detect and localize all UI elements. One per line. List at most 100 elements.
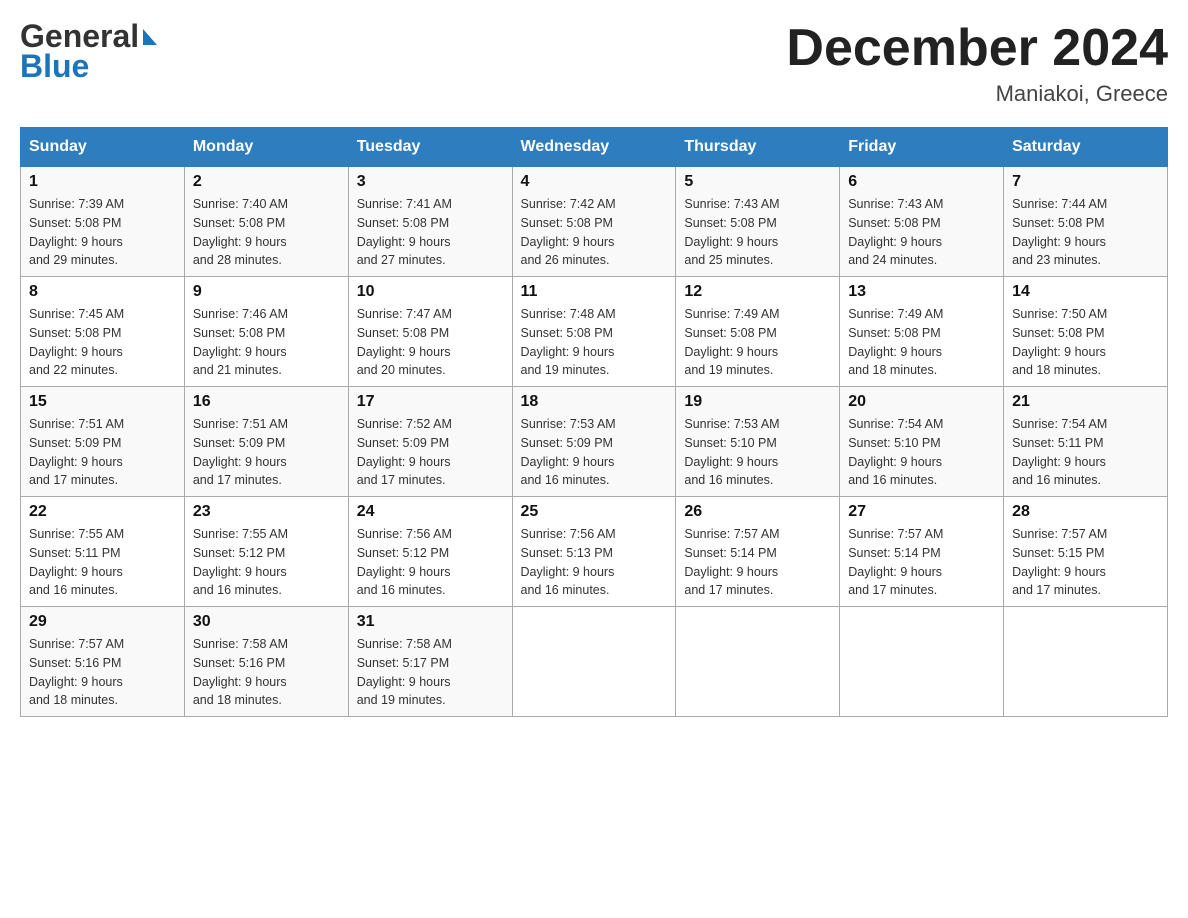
day-info: Sunrise: 7:52 AM Sunset: 5:09 PM Dayligh… (357, 415, 504, 490)
day-number: 14 (1012, 283, 1159, 301)
calendar-day-cell: 26 Sunrise: 7:57 AM Sunset: 5:14 PM Dayl… (676, 497, 840, 607)
day-number: 8 (29, 283, 176, 301)
calendar-day-cell: 7 Sunrise: 7:44 AM Sunset: 5:08 PM Dayli… (1004, 167, 1168, 277)
day-number: 26 (684, 503, 831, 521)
calendar-day-cell: 15 Sunrise: 7:51 AM Sunset: 5:09 PM Dayl… (21, 387, 185, 497)
day-info: Sunrise: 7:44 AM Sunset: 5:08 PM Dayligh… (1012, 195, 1159, 270)
col-saturday: Saturday (1004, 128, 1168, 167)
day-number: 17 (357, 393, 504, 411)
col-monday: Monday (184, 128, 348, 167)
calendar-day-cell: 11 Sunrise: 7:48 AM Sunset: 5:08 PM Dayl… (512, 277, 676, 387)
day-info: Sunrise: 7:51 AM Sunset: 5:09 PM Dayligh… (193, 415, 340, 490)
day-info: Sunrise: 7:57 AM Sunset: 5:14 PM Dayligh… (684, 525, 831, 600)
day-info: Sunrise: 7:45 AM Sunset: 5:08 PM Dayligh… (29, 305, 176, 380)
day-number: 20 (848, 393, 995, 411)
day-number: 12 (684, 283, 831, 301)
calendar-week-row: 29 Sunrise: 7:57 AM Sunset: 5:16 PM Dayl… (21, 607, 1168, 717)
day-number: 11 (521, 283, 668, 301)
calendar-day-cell (1004, 607, 1168, 717)
day-info: Sunrise: 7:46 AM Sunset: 5:08 PM Dayligh… (193, 305, 340, 380)
calendar-week-row: 15 Sunrise: 7:51 AM Sunset: 5:09 PM Dayl… (21, 387, 1168, 497)
day-info: Sunrise: 7:58 AM Sunset: 5:16 PM Dayligh… (193, 635, 340, 710)
day-number: 15 (29, 393, 176, 411)
calendar-table: Sunday Monday Tuesday Wednesday Thursday… (20, 127, 1168, 717)
day-number: 3 (357, 173, 504, 191)
day-number: 21 (1012, 393, 1159, 411)
calendar-day-cell: 14 Sunrise: 7:50 AM Sunset: 5:08 PM Dayl… (1004, 277, 1168, 387)
calendar-day-cell: 9 Sunrise: 7:46 AM Sunset: 5:08 PM Dayli… (184, 277, 348, 387)
calendar-week-row: 22 Sunrise: 7:55 AM Sunset: 5:11 PM Dayl… (21, 497, 1168, 607)
day-number: 1 (29, 173, 176, 191)
day-number: 13 (848, 283, 995, 301)
day-number: 24 (357, 503, 504, 521)
day-info: Sunrise: 7:55 AM Sunset: 5:11 PM Dayligh… (29, 525, 176, 600)
day-number: 28 (1012, 503, 1159, 521)
day-info: Sunrise: 7:47 AM Sunset: 5:08 PM Dayligh… (357, 305, 504, 380)
title-area: December 2024 Maniakoi, Greece (786, 20, 1168, 107)
calendar-day-cell: 16 Sunrise: 7:51 AM Sunset: 5:09 PM Dayl… (184, 387, 348, 497)
day-info: Sunrise: 7:56 AM Sunset: 5:12 PM Dayligh… (357, 525, 504, 600)
calendar-day-cell: 30 Sunrise: 7:58 AM Sunset: 5:16 PM Dayl… (184, 607, 348, 717)
day-info: Sunrise: 7:43 AM Sunset: 5:08 PM Dayligh… (848, 195, 995, 270)
day-number: 5 (684, 173, 831, 191)
calendar-day-cell: 13 Sunrise: 7:49 AM Sunset: 5:08 PM Dayl… (840, 277, 1004, 387)
calendar-day-cell: 29 Sunrise: 7:57 AM Sunset: 5:16 PM Dayl… (21, 607, 185, 717)
logo-arrow-icon (143, 29, 157, 45)
day-number: 25 (521, 503, 668, 521)
calendar-day-cell: 22 Sunrise: 7:55 AM Sunset: 5:11 PM Dayl… (21, 497, 185, 607)
day-info: Sunrise: 7:57 AM Sunset: 5:14 PM Dayligh… (848, 525, 995, 600)
calendar-day-cell: 25 Sunrise: 7:56 AM Sunset: 5:13 PM Dayl… (512, 497, 676, 607)
calendar-header-row: Sunday Monday Tuesday Wednesday Thursday… (21, 128, 1168, 167)
calendar-day-cell: 1 Sunrise: 7:39 AM Sunset: 5:08 PM Dayli… (21, 167, 185, 277)
calendar-day-cell: 24 Sunrise: 7:56 AM Sunset: 5:12 PM Dayl… (348, 497, 512, 607)
page-header: General Blue December 2024 Maniakoi, Gre… (20, 20, 1168, 107)
day-number: 10 (357, 283, 504, 301)
day-number: 22 (29, 503, 176, 521)
calendar-day-cell: 3 Sunrise: 7:41 AM Sunset: 5:08 PM Dayli… (348, 167, 512, 277)
calendar-day-cell (676, 607, 840, 717)
day-info: Sunrise: 7:39 AM Sunset: 5:08 PM Dayligh… (29, 195, 176, 270)
day-info: Sunrise: 7:58 AM Sunset: 5:17 PM Dayligh… (357, 635, 504, 710)
col-friday: Friday (840, 128, 1004, 167)
calendar-day-cell: 17 Sunrise: 7:52 AM Sunset: 5:09 PM Dayl… (348, 387, 512, 497)
day-number: 18 (521, 393, 668, 411)
calendar-day-cell: 5 Sunrise: 7:43 AM Sunset: 5:08 PM Dayli… (676, 167, 840, 277)
day-info: Sunrise: 7:53 AM Sunset: 5:10 PM Dayligh… (684, 415, 831, 490)
day-number: 9 (193, 283, 340, 301)
calendar-day-cell: 4 Sunrise: 7:42 AM Sunset: 5:08 PM Dayli… (512, 167, 676, 277)
day-info: Sunrise: 7:56 AM Sunset: 5:13 PM Dayligh… (521, 525, 668, 600)
day-info: Sunrise: 7:57 AM Sunset: 5:16 PM Dayligh… (29, 635, 176, 710)
day-info: Sunrise: 7:54 AM Sunset: 5:11 PM Dayligh… (1012, 415, 1159, 490)
day-number: 19 (684, 393, 831, 411)
day-info: Sunrise: 7:50 AM Sunset: 5:08 PM Dayligh… (1012, 305, 1159, 380)
day-number: 2 (193, 173, 340, 191)
day-number: 6 (848, 173, 995, 191)
calendar-subtitle: Maniakoi, Greece (786, 81, 1168, 107)
col-sunday: Sunday (21, 128, 185, 167)
day-info: Sunrise: 7:48 AM Sunset: 5:08 PM Dayligh… (521, 305, 668, 380)
calendar-day-cell (840, 607, 1004, 717)
calendar-day-cell: 2 Sunrise: 7:40 AM Sunset: 5:08 PM Dayli… (184, 167, 348, 277)
logo-area: General Blue (20, 20, 157, 85)
calendar-day-cell: 27 Sunrise: 7:57 AM Sunset: 5:14 PM Dayl… (840, 497, 1004, 607)
day-info: Sunrise: 7:40 AM Sunset: 5:08 PM Dayligh… (193, 195, 340, 270)
col-wednesday: Wednesday (512, 128, 676, 167)
calendar-day-cell: 19 Sunrise: 7:53 AM Sunset: 5:10 PM Dayl… (676, 387, 840, 497)
day-info: Sunrise: 7:51 AM Sunset: 5:09 PM Dayligh… (29, 415, 176, 490)
calendar-week-row: 1 Sunrise: 7:39 AM Sunset: 5:08 PM Dayli… (21, 167, 1168, 277)
calendar-day-cell: 31 Sunrise: 7:58 AM Sunset: 5:17 PM Dayl… (348, 607, 512, 717)
calendar-day-cell: 18 Sunrise: 7:53 AM Sunset: 5:09 PM Dayl… (512, 387, 676, 497)
day-info: Sunrise: 7:49 AM Sunset: 5:08 PM Dayligh… (848, 305, 995, 380)
day-info: Sunrise: 7:41 AM Sunset: 5:08 PM Dayligh… (357, 195, 504, 270)
calendar-day-cell: 12 Sunrise: 7:49 AM Sunset: 5:08 PM Dayl… (676, 277, 840, 387)
col-tuesday: Tuesday (348, 128, 512, 167)
calendar-title: December 2024 (786, 20, 1168, 77)
day-info: Sunrise: 7:49 AM Sunset: 5:08 PM Dayligh… (684, 305, 831, 380)
col-thursday: Thursday (676, 128, 840, 167)
calendar-day-cell: 28 Sunrise: 7:57 AM Sunset: 5:15 PM Dayl… (1004, 497, 1168, 607)
day-number: 30 (193, 613, 340, 631)
logo-blue: Blue (20, 48, 89, 85)
day-number: 29 (29, 613, 176, 631)
day-info: Sunrise: 7:43 AM Sunset: 5:08 PM Dayligh… (684, 195, 831, 270)
calendar-day-cell: 8 Sunrise: 7:45 AM Sunset: 5:08 PM Dayli… (21, 277, 185, 387)
